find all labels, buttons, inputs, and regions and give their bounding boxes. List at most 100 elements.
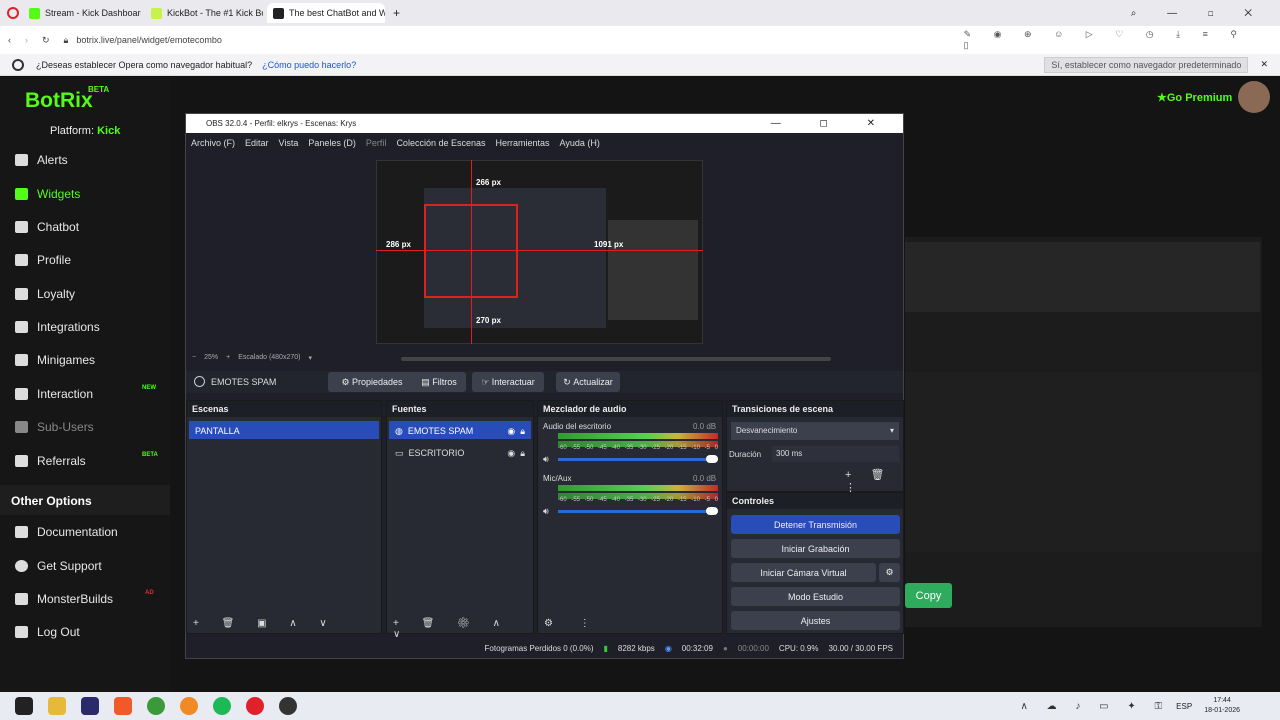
virtual-camera-button[interactable]: Iniciar Cámara Virtual xyxy=(731,563,876,582)
infobar-link[interactable]: ¿Cómo puedo hacerlo? xyxy=(262,60,356,70)
sidebar-item-widgets[interactable]: Widgets xyxy=(15,187,80,201)
virtual-camera-settings-button[interactable]: ⚙ xyxy=(879,563,900,582)
tab-botrix[interactable]: The best ChatBot and Wi... xyxy=(267,3,385,23)
premiere-icon[interactable] xyxy=(81,697,99,715)
chrome-icon[interactable] xyxy=(147,697,165,715)
duration-input[interactable]: 300 ms xyxy=(772,446,899,462)
filters-button[interactable]: ▤ Filtros xyxy=(412,372,466,392)
sidebar-item-sub-users[interactable]: Sub-Users xyxy=(15,420,94,434)
obs-preview[interactable]: 266 px 286 px 1091 px 270 px xyxy=(376,160,703,344)
properties-button[interactable]: ⚙ Propiedades xyxy=(328,372,416,392)
lock-icon: 🔒︎ xyxy=(63,34,69,45)
chevron-down-icon[interactable]: ▾ xyxy=(308,354,312,362)
new-tab-icon[interactable]: + xyxy=(393,6,400,20)
refresh-button[interactable]: ↻ Actualizar xyxy=(556,372,620,392)
fps: 30.00 / 30.00 FPS xyxy=(828,644,894,653)
sidebar-item-chatbot[interactable]: Chatbot xyxy=(15,220,79,234)
close-infobar-icon[interactable]: ✕ xyxy=(1260,59,1268,70)
transition-toolbar[interactable]: + 🗑 ⋮ xyxy=(845,468,903,494)
record-time: 00:00:00 xyxy=(737,644,769,653)
settings-button[interactable]: Ajustes xyxy=(731,611,900,630)
opera-logo-icon[interactable] xyxy=(7,7,19,19)
eye-icon[interactable]: ◉ xyxy=(507,448,515,458)
browser-toolbar-icons[interactable]: ✎ ◉ ⊕ ☺ ▷ ♡ ◷ ⤓ ≡ ⚲ ▯ xyxy=(964,29,1270,51)
menu-editar[interactable]: Editar xyxy=(245,138,269,148)
desktop-volume-handle[interactable] xyxy=(706,455,718,463)
firefox-icon[interactable] xyxy=(180,697,198,715)
transition-select[interactable]: Desvanecimiento ▾ xyxy=(731,422,899,440)
mic-volume-handle[interactable] xyxy=(706,507,718,515)
forward-icon[interactable]: › xyxy=(25,35,28,45)
users-icon xyxy=(15,421,28,433)
tray-icons[interactable]: ∧ ☁ ♪ ▭ ✦ ⚿ xyxy=(1021,701,1171,712)
copy-button[interactable]: Copy xyxy=(905,583,952,608)
sidebar-item-alerts[interactable]: Alerts xyxy=(15,153,68,167)
spotify-icon[interactable] xyxy=(213,697,231,715)
scenes-toolbar[interactable]: + 🗑 ▣ ∧ ∨ xyxy=(193,618,337,629)
brave-icon[interactable] xyxy=(114,697,132,715)
set-default-button[interactable]: Sí, establecer como navegador predetermi… xyxy=(1044,56,1249,73)
gear-icon: ⚙ xyxy=(885,567,894,577)
avatar[interactable] xyxy=(1238,81,1270,113)
file-explorer-icon[interactable] xyxy=(48,697,66,715)
menu-herramientas[interactable]: Herramientas xyxy=(496,138,550,148)
sidebar-item-monsterbuilds[interactable]: MonsterBuilds xyxy=(15,592,113,606)
sidebar-item-integrations[interactable]: Integrations xyxy=(15,320,100,334)
sidebar-item-interaction[interactable]: Interaction xyxy=(15,387,93,401)
eye-icon[interactable]: ◉ xyxy=(507,426,515,436)
clock-time: 17:44 xyxy=(1213,697,1231,704)
controls-dock: Controles Detener Transmisión Iniciar Gr… xyxy=(726,492,904,634)
sidebar-item-get-support[interactable]: Get Support xyxy=(15,559,102,573)
speaker-icon[interactable]: 🔊︎ xyxy=(543,454,549,465)
scene-item[interactable]: PANTALLA xyxy=(189,421,379,439)
preview-scrollbar[interactable] xyxy=(401,357,831,361)
botrix-logo[interactable]: BotRix xyxy=(25,89,93,113)
mixer-toolbar[interactable]: ⚙ ⋮ xyxy=(544,618,602,629)
gear-icon: ⚙ xyxy=(341,376,353,387)
sidebar-item-referrals[interactable]: Referrals xyxy=(15,454,86,468)
studio-mode-button[interactable]: Modo Estudio xyxy=(731,587,900,606)
windows-start-icon[interactable] xyxy=(15,697,33,715)
tab-kickbot[interactable]: KickBot - The #1 Kick Bot xyxy=(145,3,263,23)
menu-perfil[interactable]: Perfil xyxy=(366,138,387,148)
sources-dock: Fuentes ◍ EMOTES SPAM ◉ 🔒︎ ▭ ESCRITORIO ◉ 🔒︎ +… xyxy=(386,400,534,640)
menu-vista[interactable]: Vista xyxy=(279,138,299,148)
menu-coleccion[interactable]: Colección de Escenas xyxy=(396,138,485,148)
refresh-icon: ↻ xyxy=(563,376,574,387)
window-controls[interactable]: ⌕ — ◻ ✕ xyxy=(1131,8,1266,19)
url-field[interactable]: botrix.live/panel/widget/emotecombo xyxy=(76,35,963,45)
stop-stream-button[interactable]: Detener Transmisión xyxy=(731,515,900,534)
sources-toolbar[interactable]: + 🗑 ⚙ ∧ ∨ xyxy=(393,618,533,640)
sidebar-item-loyalty[interactable]: Loyalty xyxy=(15,287,75,301)
interact-button[interactable]: ☞ Interactuar xyxy=(472,372,544,392)
lock-icon[interactable]: 🔒︎ xyxy=(520,426,525,436)
menu-ayuda[interactable]: Ayuda (H) xyxy=(560,138,600,148)
zoom-out-button[interactable]: − xyxy=(192,354,196,362)
desktop-volume-slider[interactable] xyxy=(558,458,718,461)
sidebar-item-log-out[interactable]: Log Out xyxy=(15,625,80,639)
mic-speaker-icon[interactable]: 🔊︎ xyxy=(543,506,549,517)
widget-field-2 xyxy=(905,372,1260,552)
zoom-in-button[interactable]: + xyxy=(226,354,230,362)
tab-kick-dashboard[interactable]: Stream - Kick Dashboard xyxy=(23,3,141,23)
clock[interactable]: 17:44 18-01-2026 xyxy=(1204,696,1240,716)
reload-icon[interactable]: ↻ xyxy=(42,35,50,46)
obs-icon[interactable] xyxy=(279,697,297,715)
sidebar-item-profile[interactable]: Profile xyxy=(15,253,71,267)
left-distance-label: 286 px xyxy=(386,240,411,249)
source-item-emotes[interactable]: ◍ EMOTES SPAM ◉ 🔒︎ xyxy=(389,421,531,439)
input-language[interactable]: ESP xyxy=(1176,702,1192,711)
sidebar-item-documentation[interactable]: Documentation xyxy=(15,525,118,539)
back-icon[interactable]: ‹ xyxy=(8,35,11,45)
lock-icon[interactable]: 🔒︎ xyxy=(520,448,525,458)
go-premium-button[interactable]: ★Go Premium xyxy=(1157,91,1232,104)
start-recording-button[interactable]: Iniciar Grabación xyxy=(731,539,900,558)
gamepad-icon xyxy=(15,354,28,366)
mic-volume-slider[interactable] xyxy=(558,510,718,513)
opera-icon[interactable] xyxy=(246,697,264,715)
source-item-escritorio[interactable]: ▭ ESCRITORIO ◉ 🔒︎ xyxy=(389,443,531,461)
menu-archivo[interactable]: Archivo (F) xyxy=(191,138,235,148)
menu-paneles[interactable]: Paneles (D) xyxy=(308,138,356,148)
sidebar-item-minigames[interactable]: Minigames xyxy=(15,353,95,367)
obs-window-controls[interactable]: — ◻ ✕ xyxy=(771,118,893,129)
